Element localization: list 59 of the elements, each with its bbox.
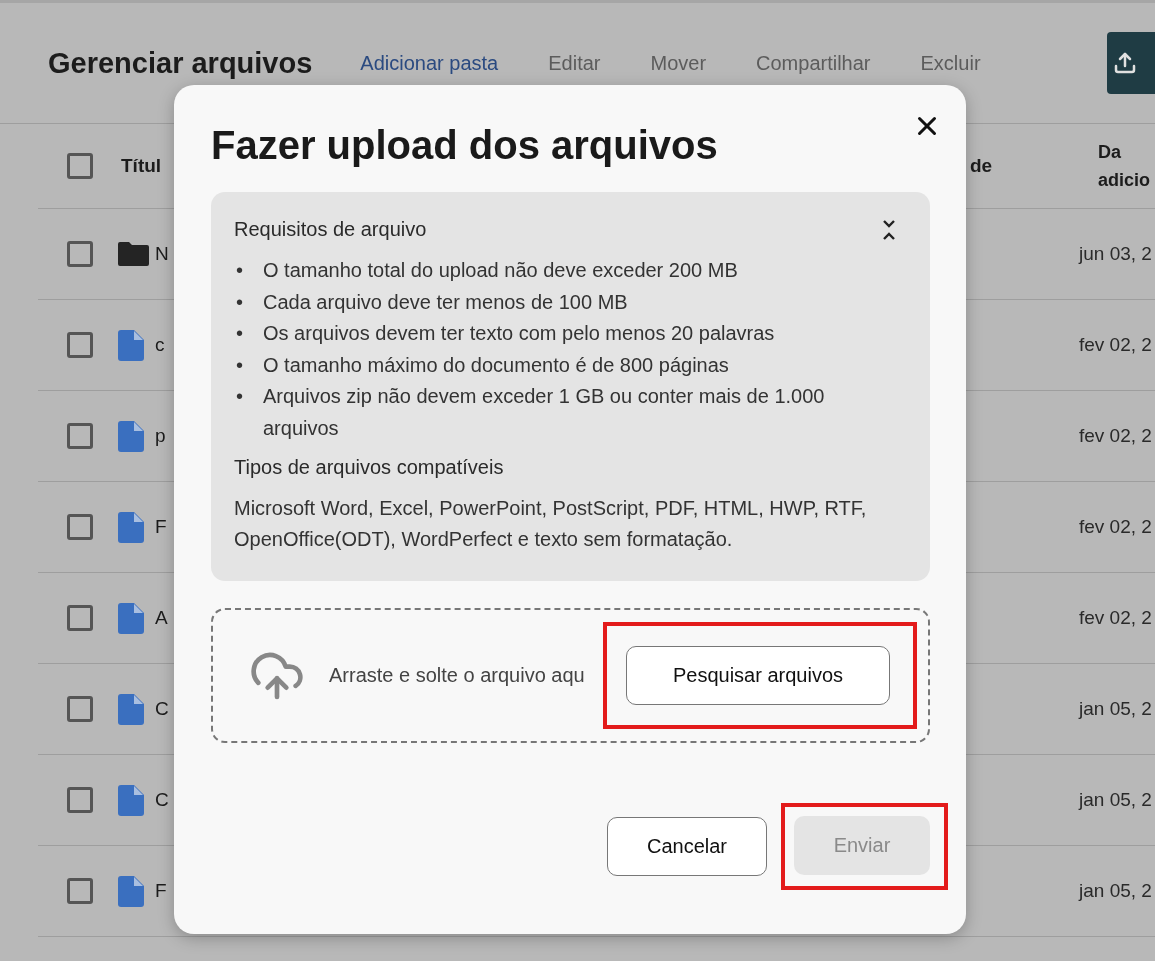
file-name[interactable]: c	[155, 334, 165, 356]
column-header[interactable]: Da adicio	[1098, 138, 1154, 194]
date-cell-text: fev 02, 2	[1079, 516, 1153, 538]
checkbox[interactable]	[67, 514, 93, 540]
collapse-icon[interactable]	[882, 218, 896, 241]
date-cell-text: fev 02, 2	[1079, 334, 1153, 356]
file-name[interactable]: C	[155, 698, 169, 720]
date-cell-text: jun 03, 2	[1079, 243, 1153, 265]
column-header[interactable]: de	[970, 155, 993, 177]
dialog-title: Fazer upload dos arquivos	[211, 123, 718, 168]
column-header[interactable]: Títul	[121, 155, 162, 177]
date-cell-text: jan 05, 2	[1079, 880, 1153, 902]
page-title: Gerenciar arquivos	[48, 46, 313, 80]
requirement-item: Os arquivos devem ter texto com pelo menos 20 palavras	[263, 321, 775, 346]
bullet: •	[235, 384, 244, 409]
browse-files-button[interactable]: Pesquisar arquivos	[626, 646, 890, 705]
requirement-item: O tamanho total do upload não deve exceder 200 MB	[263, 258, 738, 283]
document-icon	[118, 511, 144, 543]
drop-zone[interactable]: Arraste e solte o arquivo aqu Pesquisar arquivos	[211, 608, 930, 743]
file-name[interactable]: F	[155, 880, 167, 902]
file-name[interactable]: p	[155, 425, 166, 447]
checkbox[interactable]	[67, 423, 93, 449]
bullet: •	[235, 321, 244, 346]
document-icon	[118, 875, 144, 907]
file-name[interactable]: N	[155, 243, 169, 265]
file-name[interactable]: F	[155, 516, 167, 538]
date-cell-text: jan 05, 2	[1079, 789, 1153, 811]
upload-button[interactable]	[1107, 32, 1155, 94]
requirement-item: O tamanho máximo do documento é de 800 páginas	[263, 352, 729, 378]
date-cell-text: fev 02, 2	[1079, 607, 1153, 629]
toolbar-link[interactable]: Adicionar pasta	[360, 51, 499, 75]
checkbox[interactable]	[67, 241, 93, 267]
document-icon	[118, 602, 144, 634]
document-icon	[118, 420, 144, 452]
requirement-item: Cada arquivo deve ter menos de 100 MB	[263, 289, 628, 315]
date-cell-text: jan 05, 2	[1079, 698, 1153, 720]
upload-icon	[1113, 51, 1137, 75]
requirement-item: Arquivos zip não devem exceder 1 GB ou conter mais de 1.000 arquivos	[263, 384, 826, 441]
file-name[interactable]: C	[155, 789, 169, 811]
document-icon	[118, 693, 144, 725]
document-icon	[118, 784, 144, 816]
drop-hint: Arraste e solte o arquivo aqu	[329, 664, 585, 687]
file-types-text: Microsoft Word, Excel, PowerPoint, PostScript, PDF, HTML, HWP, RTF, OpenOffice(ODT), WordPerfect e texto sem formatação.	[234, 496, 868, 552]
bullet: •	[235, 258, 244, 283]
checkbox[interactable]	[67, 787, 93, 813]
checkbox[interactable]	[67, 696, 93, 722]
bullet: •	[235, 289, 244, 315]
bullet: •	[235, 352, 244, 378]
file-name[interactable]: A	[155, 607, 168, 629]
document-icon	[118, 329, 144, 361]
date-cell-text: fev 02, 2	[1079, 425, 1153, 447]
folder-icon	[118, 242, 149, 266]
panel-title: Requisitos de arquivo	[234, 218, 427, 241]
checkbox[interactable]	[67, 605, 93, 631]
checkbox[interactable]	[67, 878, 93, 904]
section-title: Tipos de arquivos compatíveis	[234, 456, 505, 479]
cancel-button[interactable]: Cancelar	[607, 817, 767, 876]
checkbox[interactable]	[67, 332, 93, 358]
checkbox[interactable]	[67, 153, 93, 179]
